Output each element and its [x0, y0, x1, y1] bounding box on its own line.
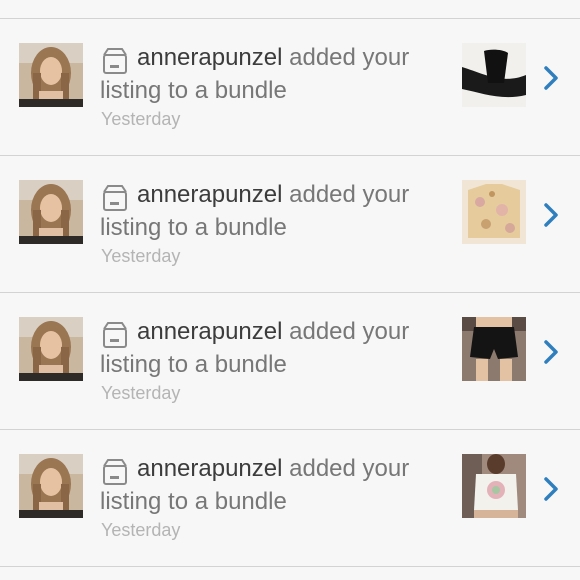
listing-thumbnail[interactable]: [462, 454, 526, 518]
user-avatar[interactable]: [19, 454, 83, 518]
notification-row[interactable]: annerapunzel added your listing to a bun…: [0, 19, 580, 156]
username-link[interactable]: annerapunzel: [137, 44, 282, 71]
chevron-right-icon[interactable]: [540, 474, 562, 504]
notification-row[interactable]: annerapunzel added your listing to a bun…: [0, 156, 580, 293]
chevron-right-icon[interactable]: [540, 200, 562, 230]
notification-message: annerapunzel added your listing to a bun…: [100, 315, 445, 381]
listing-thumbnail[interactable]: [462, 43, 526, 107]
notification-message: annerapunzel added your listing to a bun…: [100, 452, 445, 518]
graphic-tee-photo-icon: [462, 454, 526, 518]
notification-row[interactable]: annerapunzel added your listing to a bun…: [0, 430, 580, 567]
username-link[interactable]: annerapunzel: [137, 455, 282, 482]
notification-row[interactable]: annerapunzel added your listing to a bun…: [0, 293, 580, 430]
username-link[interactable]: annerapunzel: [137, 181, 282, 208]
floral-top-photo-icon: [462, 180, 526, 244]
profile-photo-icon: [19, 317, 83, 381]
timestamp: Yesterday: [101, 520, 181, 540]
notification-message: annerapunzel added your listing to a bun…: [100, 178, 445, 244]
black-pants-photo-icon: [462, 43, 526, 107]
notification-feed: annerapunzel added your listing to a bun…: [0, 0, 580, 580]
black-shorts-photo-icon: [462, 317, 526, 381]
user-avatar[interactable]: [19, 180, 83, 244]
listing-thumbnail[interactable]: [462, 180, 526, 244]
chevron-right-icon[interactable]: [540, 337, 562, 367]
chevron-right-icon[interactable]: [540, 63, 562, 93]
user-avatar[interactable]: [19, 317, 83, 381]
profile-photo-icon: [19, 43, 83, 107]
username-link[interactable]: annerapunzel: [137, 318, 282, 345]
profile-photo-icon: [19, 454, 83, 518]
profile-photo-icon: [19, 180, 83, 244]
notification-message: annerapunzel added your listing to a bun…: [100, 41, 445, 107]
user-avatar[interactable]: [19, 43, 83, 107]
timestamp: Yesterday: [101, 383, 181, 403]
timestamp: Yesterday: [101, 109, 181, 129]
listing-thumbnail[interactable]: [462, 317, 526, 381]
timestamp: Yesterday: [101, 246, 181, 266]
